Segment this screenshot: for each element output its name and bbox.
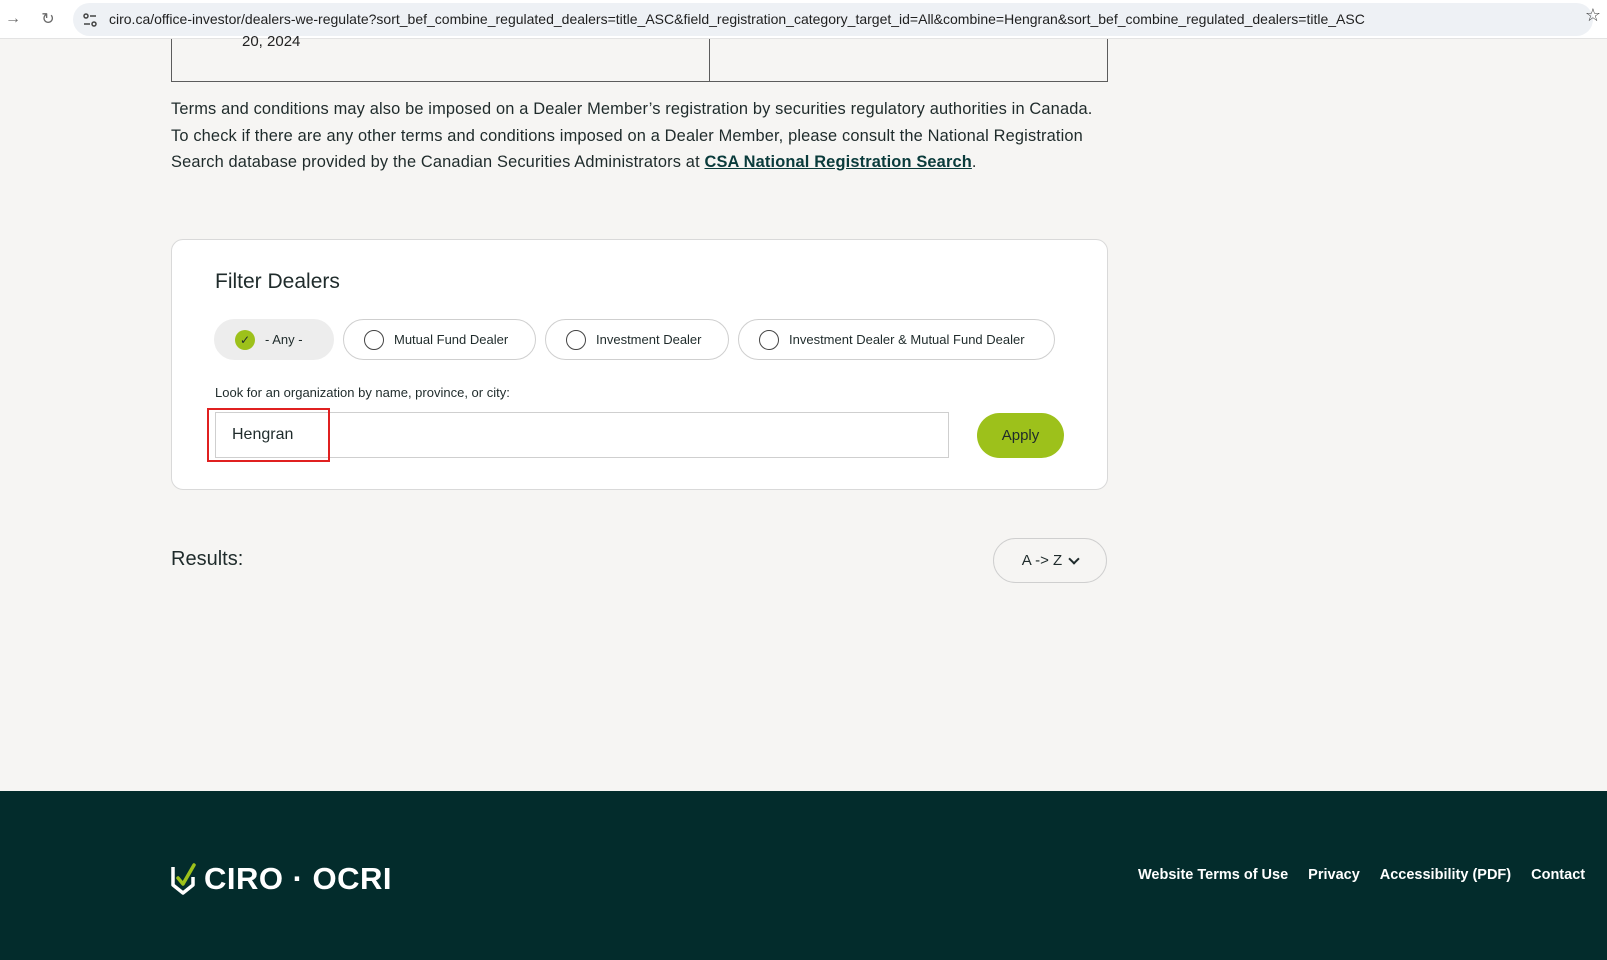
- address-bar[interactable]: ciro.ca/office-investor/dealers-we-regul…: [73, 3, 1593, 36]
- filter-option-label: - Any -: [265, 332, 303, 347]
- ciro-logo[interactable]: CIRO · OCRI: [170, 861, 392, 897]
- table-cell: 20, 2024: [172, 33, 710, 81]
- footer-link-accessibility[interactable]: Accessibility (PDF): [1380, 867, 1511, 883]
- logo-text: CIRO · OCRI: [204, 861, 393, 896]
- terms-paragraph: Terms and conditions may also be imposed…: [171, 96, 1108, 176]
- table-cell-date: 20, 2024: [242, 33, 301, 50]
- filter-option-label: Investment Dealer & Mutual Fund Dealer: [789, 332, 1025, 347]
- filter-option-any[interactable]: ✓ - Any -: [214, 319, 334, 360]
- site-settings-icon[interactable]: [81, 11, 99, 29]
- url-text: ciro.ca/office-investor/dealers-we-regul…: [109, 11, 1365, 27]
- reload-icon[interactable]: ↻: [37, 8, 59, 30]
- ciro-logo-mark-icon: [171, 863, 196, 895]
- footer-link-contact[interactable]: Contact: [1531, 867, 1585, 883]
- terms-text-end: .: [971, 153, 977, 171]
- radio-icon: [566, 329, 586, 350]
- filter-option-label: Mutual Fund Dealer: [394, 332, 509, 347]
- filter-option-investment-dealer[interactable]: Investment Dealer: [545, 319, 729, 360]
- checkmark-icon: ✓: [235, 329, 255, 350]
- filter-option-investment-and-mutual[interactable]: Investment Dealer & Mutual Fund Dealer: [738, 319, 1055, 360]
- footer-link-terms[interactable]: Website Terms of Use: [1138, 867, 1288, 883]
- filter-option-mutual-fund-dealer[interactable]: Mutual Fund Dealer: [343, 319, 536, 360]
- site-footer: CIRO · OCRI Website Terms of Use Privacy…: [0, 791, 1607, 960]
- bookmark-star-icon[interactable]: ☆: [1585, 5, 1601, 26]
- sort-dropdown[interactable]: A -> Z: [993, 538, 1107, 583]
- filter-option-label: Investment Dealer: [596, 332, 702, 347]
- chevron-down-icon: [1068, 552, 1080, 565]
- filter-dealers-card: Filter Dealers ✓ - Any - Mutual Fund Dea…: [171, 239, 1108, 490]
- radio-icon: [759, 329, 779, 350]
- csa-registration-search-link[interactable]: CSA National Registration Search: [704, 153, 971, 171]
- table-cell: [710, 39, 1107, 81]
- footer-link-privacy[interactable]: Privacy: [1308, 867, 1360, 883]
- sort-value: A -> Z: [1021, 552, 1063, 569]
- apply-button[interactable]: Apply: [977, 413, 1064, 458]
- filter-title: Filter Dealers: [215, 270, 340, 293]
- search-label: Look for an organization by name, provin…: [215, 385, 510, 400]
- registration-table-fragment: 20, 2024: [171, 33, 1108, 82]
- forward-arrow-icon[interactable]: →: [2, 8, 24, 30]
- radio-icon: [364, 329, 384, 350]
- results-heading: Results:: [171, 548, 244, 570]
- organization-search-input[interactable]: [215, 412, 949, 458]
- footer-links: Website Terms of Use Privacy Accessibili…: [1138, 867, 1585, 883]
